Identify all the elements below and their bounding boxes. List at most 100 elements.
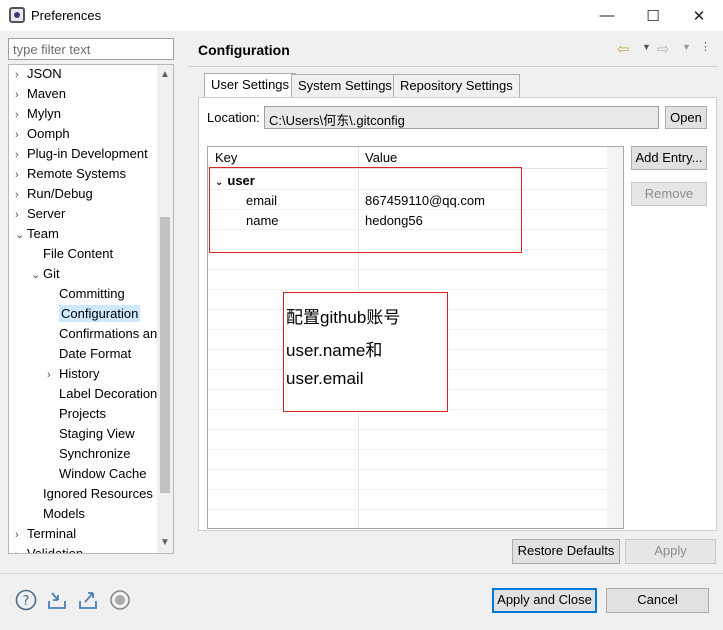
chevron-right-icon[interactable]: › [15,85,27,105]
eclipse-app-icon [9,7,25,23]
highlight-box [209,167,522,253]
tree-item[interactable]: Synchronize [47,444,131,464]
import-icon[interactable] [46,589,68,611]
tree-item[interactable]: ⌄ Git [31,264,60,284]
tree-item-label: Validation [27,546,84,554]
tree-item[interactable]: Confirmations and Warnings [47,324,173,344]
row-gridline [208,449,623,450]
cancel-button[interactable]: Cancel [606,588,709,613]
tree-item[interactable]: Ignored Resources [31,484,153,504]
tree-scrollbar[interactable]: ▲ ▼ [157,65,173,553]
forward-arrow-icon[interactable]: ⇨ [657,40,670,58]
chevron-right-icon[interactable]: › [15,145,27,165]
tree-item[interactable]: Projects [47,404,106,424]
tree-item[interactable]: › History [47,364,99,384]
tree-item[interactable]: › Maven [15,84,66,104]
chevron-right-icon[interactable]: › [15,205,27,225]
tab-user-settings[interactable]: User Settings [204,73,297,98]
tree-item-label: Plug-in Development [27,146,148,161]
tree-item[interactable]: Configuration [47,304,141,324]
close-button[interactable]: ✕ [676,0,722,31]
tree-item-label: Ignored Resources [43,486,153,501]
export-icon[interactable] [77,589,99,611]
tree-item[interactable]: File Content [31,244,113,264]
scrollbar-thumb[interactable] [160,217,170,493]
tree-item[interactable]: Models [31,504,85,524]
record-icon[interactable] [109,589,131,611]
tree-item[interactable]: › Terminal [15,524,76,544]
tree-item[interactable]: › JSON [15,65,62,85]
tree-item[interactable]: Window Cache [47,464,146,484]
tree-item[interactable]: ⌄ Team [15,224,59,244]
tree-item[interactable]: ›Validation [15,544,84,554]
tree-item[interactable]: Date Format [47,344,131,364]
tree-item-label: Git [43,266,60,281]
page-title: Configuration [198,42,290,58]
tree-item-label: Synchronize [59,446,131,461]
preferences-tree[interactable]: ›Validation›TerminalModelsIgnored Resour… [8,64,174,554]
tree-item-label: Label Decorations [59,386,164,401]
tree-item[interactable]: › Remote Systems [15,164,126,184]
tree-item[interactable]: › Plug-in Development [15,144,148,164]
tree-item-label: Team [27,226,59,241]
table-scrollbar[interactable] [607,147,623,528]
chevron-right-icon[interactable]: › [47,365,59,385]
tree-item-label: Run/Debug [27,186,93,201]
tree-item[interactable]: › Mylyn [15,104,61,124]
tree-item[interactable]: › Oomph [15,124,70,144]
minimize-button[interactable]: — [584,0,630,31]
tree-item[interactable]: › Run/Debug [15,184,93,204]
tree-item-label: Configuration [59,305,141,322]
svg-text:?: ? [23,594,30,609]
annotation-line: user.name和 [286,341,383,360]
chevron-right-icon[interactable]: › [15,545,27,553]
view-menu-icon[interactable]: ⋮ [700,40,711,53]
chevron-right-icon[interactable]: › [15,105,27,125]
back-arrow-icon[interactable]: ⇦ [617,40,630,58]
tree-item[interactable]: Label Decorations [47,384,164,404]
tree-item[interactable]: Staging View [47,424,135,444]
tree-item-label: File Content [43,246,114,261]
tree-item-label: Terminal [27,526,77,541]
row-gridline [208,469,623,470]
help-icon[interactable]: ? [15,589,37,611]
scroll-down-icon[interactable]: ▼ [157,535,173,551]
add-entry-button[interactable]: Add Entry... [631,146,707,170]
open-button[interactable]: Open [665,106,707,129]
location-field: C:\Users\何东\.gitconfig [264,106,659,129]
tree-item-label: History [59,366,100,381]
column-header-value[interactable]: Value [358,147,609,169]
footer-separator [0,573,723,574]
tab-repository-settings[interactable]: Repository Settings [393,74,520,98]
chevron-right-icon[interactable]: › [15,525,27,545]
row-gridline [208,269,623,270]
filter-input[interactable] [8,38,174,60]
tree-item-label: Maven [27,86,67,101]
chevron-down-icon[interactable]: ⌄ [31,265,43,285]
row-gridline [208,289,623,290]
chevron-right-icon[interactable]: › [15,65,27,85]
tree-item-label: Mylyn [27,106,61,121]
maximize-button[interactable]: ☐ [630,0,676,31]
tree-item-label: Oomph [27,126,70,141]
chevron-right-icon[interactable]: › [15,185,27,205]
column-header-key[interactable]: Key [208,147,358,169]
scroll-up-icon[interactable]: ▲ [157,67,173,83]
chevron-right-icon[interactable]: › [15,125,27,145]
chevron-down-icon[interactable]: ⌄ [15,225,27,245]
apply-button[interactable]: Apply [625,539,716,564]
forward-menu-chevron-icon[interactable]: ▼ [682,42,691,52]
apply-and-close-button[interactable]: Apply and Close [492,588,597,613]
tree-item-label: Staging View [59,426,135,441]
location-label: Location: [207,110,260,125]
row-gridline [208,509,623,510]
tab-system-settings[interactable]: System Settings [291,74,399,98]
remove-button[interactable]: Remove [631,182,707,206]
chevron-right-icon[interactable]: › [15,165,27,185]
tree-item-label: Projects [59,406,106,421]
back-menu-chevron-icon[interactable]: ▼ [642,42,651,52]
tree-item[interactable]: Committing [47,284,125,304]
restore-defaults-button[interactable]: Restore Defaults [512,539,620,564]
tree-item[interactable]: › Server [15,204,65,224]
row-gridline [208,429,623,430]
